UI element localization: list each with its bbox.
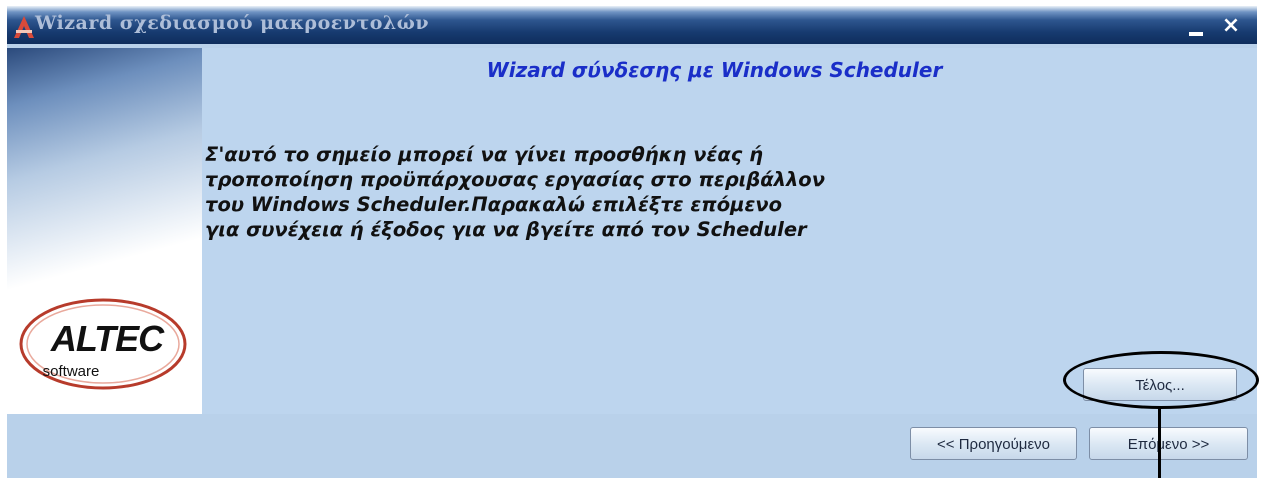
instruction-line: Σ'αυτό το σημείο μπορεί να γίνει προσθήκ… bbox=[205, 143, 763, 166]
instruction-line: για συνέχεια ή έξοδος για να βγείτε από … bbox=[205, 218, 807, 241]
instruction-line: του Windows Scheduler.Παρακαλώ επιλέξτε … bbox=[205, 193, 782, 216]
close-button[interactable]: × bbox=[1218, 13, 1244, 39]
side-banner: ALTEC software bbox=[7, 48, 202, 414]
title-bar[interactable]: Wizard σχεδιασμού μακροεντολών × bbox=[7, 6, 1257, 44]
content-panel: Wizard σύνδεσης με Windows Scheduler Σ'α… bbox=[202, 48, 1257, 414]
wizard-heading: Wizard σύνδεσης με Windows Scheduler bbox=[486, 58, 943, 82]
instruction-line: τροποποίηση προϋπάρχουσας εργασίας στο π… bbox=[205, 168, 825, 191]
next-button[interactable]: Επόμενο >> bbox=[1089, 427, 1248, 460]
logo-brand: ALTEC bbox=[50, 318, 165, 359]
finish-button[interactable]: Τέλος... bbox=[1083, 368, 1237, 401]
wizard-window: Wizard σχεδιασμού μακροεντολών × ALTEC s… bbox=[7, 6, 1257, 478]
logo-sub: software bbox=[43, 363, 100, 380]
altec-logo: ALTEC software bbox=[19, 298, 187, 390]
previous-button[interactable]: << Προηγούμενο bbox=[910, 427, 1077, 460]
window-title: Wizard σχεδιασμού μακροεντολών bbox=[35, 12, 430, 34]
minimize-button[interactable] bbox=[1182, 15, 1208, 39]
instruction-text: Σ'αυτό το σημείο μπορεί να γίνει προσθήκ… bbox=[205, 142, 985, 242]
app-logo-icon bbox=[13, 15, 35, 39]
